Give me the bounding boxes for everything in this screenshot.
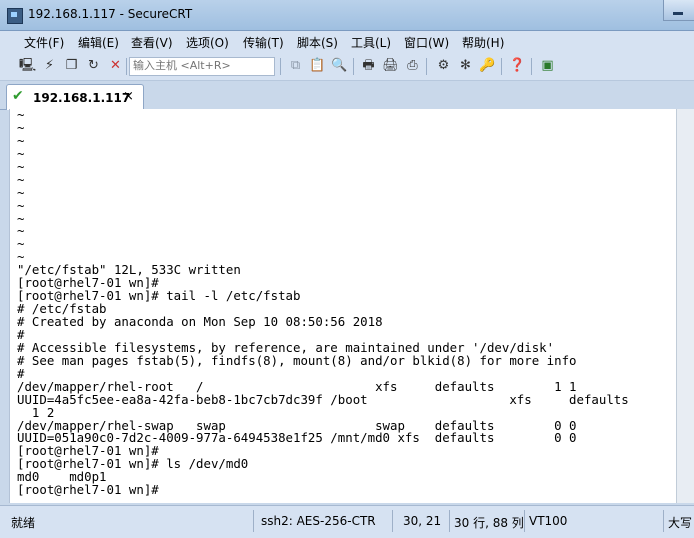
status-emulation: VT100 [529, 514, 568, 528]
toolbar-separator [353, 58, 354, 75]
quick-connect-icon[interactable]: ⚡ [41, 57, 58, 74]
session-tab-label: 192.168.1.117 [33, 91, 131, 105]
toolbar-separator [280, 58, 281, 75]
connect-in-tab-icon[interactable]: ❐ [63, 57, 80, 74]
terminal-line: ~ [17, 236, 25, 252]
vertical-scrollbar[interactable] [676, 109, 694, 503]
terminal-line: [root@rhel7-01 wn]# ls /dev/md0 [17, 456, 249, 472]
menu-tools[interactable]: 工具(L) [351, 34, 391, 51]
copy-icon[interactable]: ⧉ [287, 57, 304, 74]
terminal-line: ~ [17, 145, 25, 161]
menu-view[interactable]: 查看(V) [131, 34, 173, 51]
status-caps-lock: 大写 [668, 516, 693, 530]
terminal-line: ~ [17, 158, 25, 174]
status-separator [392, 510, 393, 532]
session-options-icon[interactable]: ⚙ [435, 57, 452, 74]
window-title: 192.168.1.117 - SecureCRT [28, 7, 193, 21]
print-icon[interactable]: 🖶 [360, 57, 377, 74]
menu-file[interactable]: 文件(F) [24, 34, 64, 51]
terminal-output: ~ ~ ~ ~ ~ ~ ~ ~ ~ ~ ~ ~ "/etc/fstab" 12L, 533C writt… [10, 107, 677, 498]
status-separator [663, 510, 664, 532]
menu-options[interactable]: 选项(O) [186, 34, 229, 51]
connected-check-icon: ✔ [12, 88, 24, 104]
menu-window[interactable]: 窗口(W) [404, 34, 449, 51]
find-icon[interactable]: 🔍 [331, 57, 348, 74]
terminal-line: [root@rhel7-01 wn]# tail -l /etc/fstab [17, 288, 301, 304]
terminal-line: ~ [17, 107, 25, 122]
terminal-line: UUID=4a5fc5ee-ea8a-42fa-beb8-1bc7cb7dc39… [17, 391, 629, 407]
status-cursor-position: 30, 21 [403, 514, 442, 528]
paste-icon[interactable]: 📋 [309, 57, 326, 74]
print-setup-icon[interactable]: ⎙ [404, 57, 421, 74]
terminal-line: ~ [17, 210, 25, 226]
host-input-box [129, 57, 275, 76]
status-ready: 就绪 [11, 516, 36, 530]
toolbar-separator [501, 58, 502, 75]
terminal-line: ~ [17, 197, 25, 213]
menu-help[interactable]: 帮助(H) [462, 34, 504, 51]
close-tab-icon[interactable]: × [123, 89, 134, 104]
menu-transfer[interactable]: 传输(T) [243, 34, 284, 51]
status-cipher: ssh2: AES-256-CTR [261, 514, 376, 528]
session-tab[interactable]: ✔ 192.168.1.117 × [6, 84, 144, 110]
terminal-line: ~ [17, 171, 25, 187]
terminal-line: ~ [17, 223, 25, 239]
help-icon[interactable]: ❓ [509, 57, 526, 74]
reconnect-icon[interactable]: ↻ [85, 57, 102, 74]
securecrt-app-icon [7, 8, 23, 24]
sftp-icon[interactable]: ▣ [539, 57, 556, 74]
minimize-button[interactable] [663, 0, 694, 21]
status-terminal-size: 30 行, 88 列 [454, 516, 524, 530]
toolbar-separator [126, 58, 127, 75]
status-separator [524, 510, 525, 532]
toolbar-separator [426, 58, 427, 75]
connect-icon[interactable]: 🖳 [19, 57, 36, 74]
disconnect-icon[interactable]: ✕ [107, 57, 124, 74]
securecrt-window: 192.168.1.117 - SecureCRT 文件(F) 编辑(E) 查看… [0, 0, 694, 538]
terminal-line: # See man pages fstab(5), findfs(8), mou… [17, 352, 577, 368]
toolbar-separator [531, 58, 532, 75]
terminal-line: # Created by anaconda on Mon Sep 10 08:5… [17, 314, 383, 329]
host-input[interactable] [130, 58, 274, 73]
toolbar: 🖳 ⚡ ❐ ↻ ✕ ⧉ 📋 🔍 🖶 🖨 ⎙ ⚙ ✻ 🔑 ❓ ▣ [0, 53, 694, 81]
menu-edit[interactable]: 编辑(E) [78, 34, 119, 51]
terminal-line: [root@rhel7-01 wn]# [17, 482, 167, 498]
terminal-area[interactable]: ~ ~ ~ ~ ~ ~ ~ ~ ~ ~ ~ ~ "/etc/fstab" 12L, 533C writt… [9, 107, 677, 503]
menu-bar: 文件(F) 编辑(E) 查看(V) 选项(O) 传输(T) 脚本(S) 工具(L… [0, 31, 694, 53]
global-options-icon[interactable]: ✻ [457, 57, 474, 74]
title-bar[interactable]: 192.168.1.117 - SecureCRT [0, 0, 694, 31]
keymap-icon[interactable]: 🔑 [479, 57, 496, 74]
print-selection-icon[interactable]: 🖨 [382, 57, 399, 74]
status-separator [253, 510, 254, 532]
status-separator [449, 510, 450, 532]
status-bar: 就绪 ssh2: AES-256-CTR 30, 21 30 行, 88 列 V… [0, 505, 694, 538]
menu-script[interactable]: 脚本(S) [297, 34, 338, 51]
terminal-line: ~ [17, 132, 25, 148]
terminal-line: ~ [17, 119, 25, 135]
session-tab-strip: ✔ 192.168.1.117 × [0, 81, 694, 110]
terminal-line: ~ [17, 184, 25, 200]
